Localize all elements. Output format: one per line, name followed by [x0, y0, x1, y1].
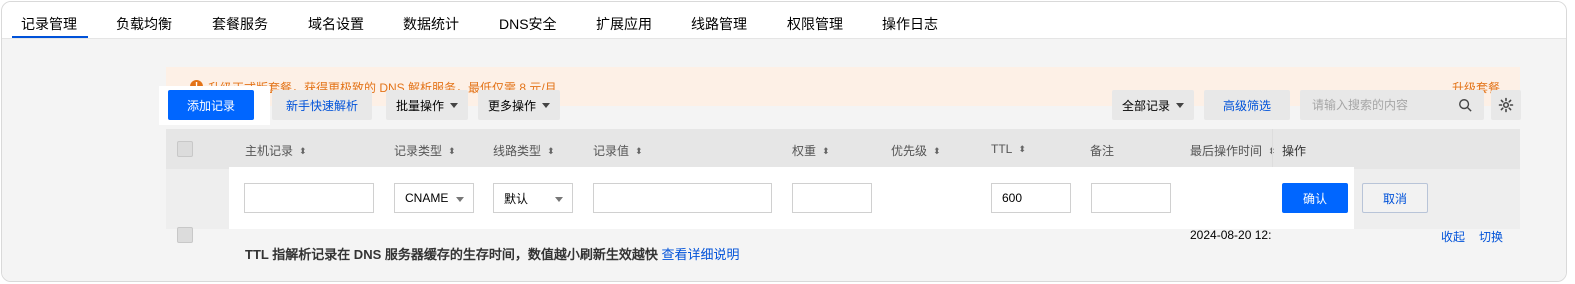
collapse-link[interactable]: 收起: [1441, 228, 1465, 245]
line-type-select[interactable]: 默认: [493, 183, 573, 213]
record-type-select[interactable]: CNAME: [394, 183, 474, 213]
col-value[interactable]: 记录值 ⬍: [593, 142, 643, 159]
col-type[interactable]: 记录类型 ⬍: [394, 142, 456, 159]
batch-operations-dropdown[interactable]: 批量操作: [386, 90, 468, 120]
host-input[interactable]: [244, 183, 374, 213]
row-checkbox[interactable]: [177, 227, 193, 243]
col-weight[interactable]: 权重 ⬍: [792, 142, 830, 159]
tab-record-management[interactable]: 记录管理: [21, 14, 77, 34]
tab-line-management[interactable]: 线路管理: [691, 14, 747, 34]
col-remark: 备注: [1090, 144, 1115, 158]
ttl-hint-text: TTL 指解析记录在 DNS 服务器缓存的生存时间，数值越小刷新生效越快: [245, 247, 658, 262]
updated-time: 2024-08-20 12:: [1190, 228, 1272, 242]
record-type-value: CNAME: [405, 191, 449, 205]
search-box: [1300, 90, 1484, 120]
sort-icon: ⬍: [547, 146, 555, 157]
filter-label: 全部记录: [1121, 98, 1170, 113]
ttl-hint: TTL 指解析记录在 DNS 服务器缓存的生存时间，数值越小刷新生效越快 查看详…: [245, 244, 740, 263]
col-updated-label: 最后操作时间: [1190, 144, 1263, 158]
search-icon[interactable]: [1458, 98, 1472, 112]
col-host[interactable]: 主机记录 ⬍: [245, 142, 307, 159]
col-weight-label: 权重: [792, 144, 817, 158]
more-label: 更多操作: [487, 98, 536, 113]
col-ttl[interactable]: TTL ⬍: [991, 142, 1026, 156]
tab-domain-settings[interactable]: 域名设置: [308, 14, 364, 34]
tab-package-service[interactable]: 套餐服务: [212, 14, 268, 34]
sort-icon: ⬍: [299, 146, 307, 157]
more-operations-dropdown[interactable]: 更多操作: [478, 90, 560, 120]
app-window: 记录管理 负载均衡 套餐服务 域名设置 数据统计 DNS安全 扩展应用 线路管理…: [1, 1, 1567, 282]
sort-icon: ⬍: [635, 146, 643, 157]
col-updated[interactable]: 最后操作时间⬍: [1190, 142, 1276, 159]
chevron-down-icon: [1176, 102, 1184, 108]
add-record-button[interactable]: 添加记录: [168, 90, 254, 120]
table-header: 主机记录 ⬍ 记录类型 ⬍ 线路类型 ⬍ 记录值 ⬍ 权重 ⬍ 优先级 ⬍ TTL ⬍ 备注 …: [166, 129, 1520, 169]
sort-icon: ⬍: [933, 146, 941, 157]
sort-icon: ⬍: [448, 146, 456, 157]
record-value-input[interactable]: [593, 183, 772, 213]
col-line[interactable]: 线路类型 ⬍: [493, 142, 555, 159]
col-priority-label: 优先级: [891, 144, 928, 158]
batch-label: 批量操作: [395, 98, 444, 113]
col-operations: 操作: [1282, 144, 1307, 158]
col-line-label: 线路类型: [493, 144, 542, 158]
cancel-button[interactable]: 取消: [1362, 183, 1428, 213]
tab-extensions[interactable]: 扩展应用: [596, 14, 652, 34]
line-type-value: 默认: [504, 191, 529, 206]
col-type-label: 记录类型: [394, 144, 443, 158]
add-record-label: 添加记录: [186, 98, 235, 113]
col-priority[interactable]: 优先级 ⬍: [891, 142, 941, 159]
top-tabs: 记录管理 负载均衡 套餐服务 域名设置 数据统计 DNS安全 扩展应用 线路管理…: [2, 2, 1566, 39]
remark-input[interactable]: [1091, 183, 1171, 213]
gear-icon: [1498, 97, 1514, 113]
col-ttl-label: TTL: [991, 142, 1013, 156]
settings-button[interactable]: [1491, 90, 1521, 120]
cancel-label: 取消: [1382, 191, 1407, 206]
ttl-input[interactable]: 600: [991, 183, 1071, 213]
chevron-down-icon: [542, 102, 550, 108]
advanced-filter-button[interactable]: 高级筛选: [1204, 90, 1290, 120]
quick-guide-button[interactable]: 新手快速解析: [272, 90, 372, 120]
search-input[interactable]: [1300, 90, 1440, 120]
tab-operation-log[interactable]: 操作日志: [882, 14, 938, 34]
tab-load-balance[interactable]: 负载均衡: [116, 14, 172, 34]
ttl-detail-link[interactable]: 查看详细说明: [662, 247, 740, 262]
quick-guide-label: 新手快速解析: [285, 98, 358, 113]
select-all-checkbox[interactable]: [177, 141, 193, 157]
chevron-down-icon: [450, 102, 458, 108]
tab-dns-security[interactable]: DNS安全: [499, 14, 557, 34]
col-value-label: 记录值: [593, 144, 630, 158]
advanced-filter-label: 高级筛选: [1222, 98, 1271, 113]
sort-icon: ⬍: [1018, 144, 1026, 155]
chevron-down-icon: [456, 197, 464, 202]
col-host-label: 主机记录: [245, 144, 294, 158]
active-tab-indicator: [12, 36, 88, 38]
tab-statistics[interactable]: 数据统计: [403, 14, 459, 34]
switch-link[interactable]: 切换: [1479, 228, 1503, 245]
weight-input[interactable]: [792, 183, 872, 213]
chevron-down-icon: [555, 197, 563, 202]
confirm-button[interactable]: 确认: [1282, 183, 1348, 213]
confirm-label: 确认: [1302, 191, 1327, 206]
record-filter-dropdown[interactable]: 全部记录: [1112, 90, 1194, 120]
sort-icon: ⬍: [822, 146, 830, 157]
tab-permissions[interactable]: 权限管理: [787, 14, 843, 34]
